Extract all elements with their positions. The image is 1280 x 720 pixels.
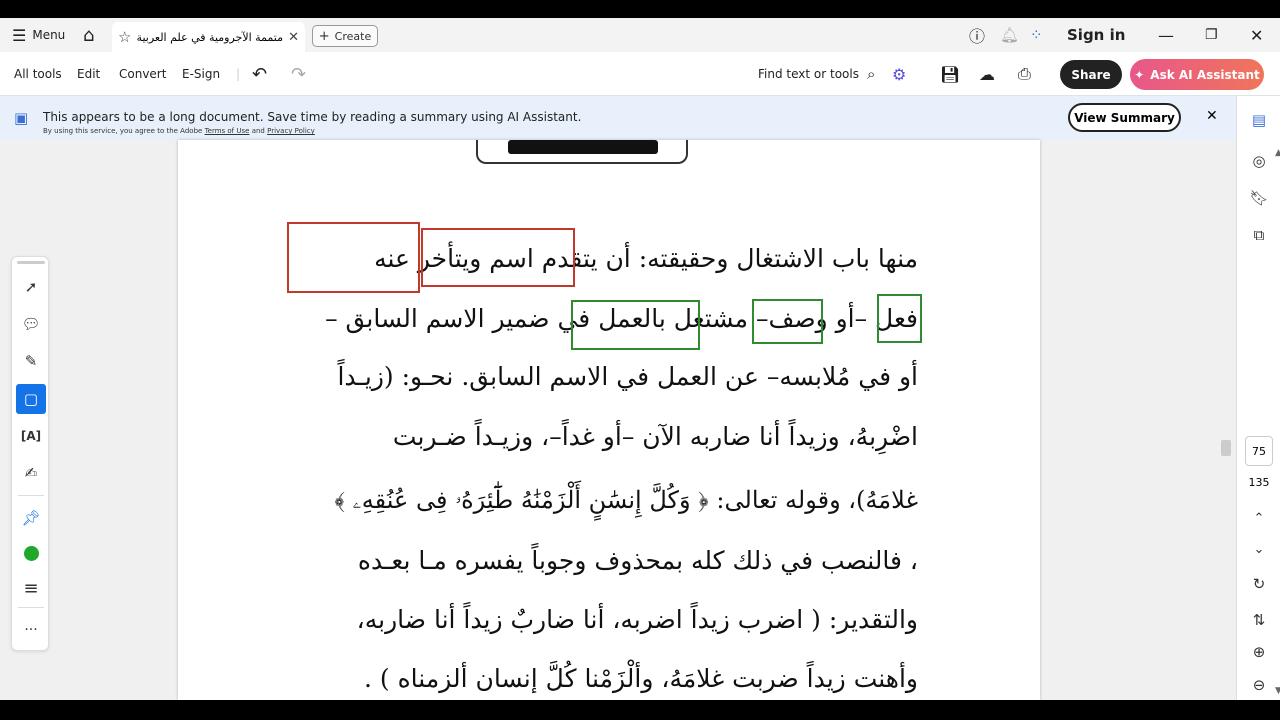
apps-grid-icon[interactable]: ⁘ xyxy=(1030,18,1043,52)
total-pages-label: 135 xyxy=(1248,476,1270,489)
print-icon[interactable]: ⎙ xyxy=(1018,52,1031,96)
edit-button[interactable]: Edit xyxy=(77,52,100,96)
text-box-icon[interactable]: [A] xyxy=(16,421,46,451)
create-label: Create xyxy=(334,29,372,43)
bookmarks-rail-icon[interactable]: 🔖︎ xyxy=(1243,183,1275,213)
pages-rail-icon[interactable]: ⧉ xyxy=(1243,220,1275,250)
rectangle-tool-icon[interactable]: ▢ xyxy=(16,384,46,414)
document-tab[interactable]: ☆ متممة الآجرومية في علم العربية ✕ xyxy=(112,22,305,52)
next-page-icon[interactable]: ⌄ xyxy=(1243,534,1275,564)
current-page-input[interactable]: 75 xyxy=(1245,436,1273,466)
banner-message: This appears to be a long document. Save… xyxy=(43,110,582,124)
text-line-5: غلامَهُ)، وقوله تعالى: ﴿ وَكُلَّ إِنسَٰن… xyxy=(334,486,918,514)
banner-fine-print: By using this service, you agree to the … xyxy=(43,127,315,135)
scroll-down-arrow[interactable]: ▼ xyxy=(1275,686,1280,696)
privacy-link[interactable]: Privacy Policy xyxy=(267,127,315,135)
text-line-3: أو في مُلابسه– عن العمل في الاسم السابق.… xyxy=(337,362,918,391)
close-window-icon[interactable]: ✕ xyxy=(1250,18,1263,52)
text-line-4: اضْرِبهُ، وزيداً أنا ضاربه الآن –أو غداً… xyxy=(392,422,918,451)
pdf-page: منها باب الاشتغال وحقيقته: أن يتقدم اسم … xyxy=(178,140,1040,700)
terms-link[interactable]: Terms of Use xyxy=(205,127,250,135)
restore-icon[interactable]: ❐ xyxy=(1205,18,1218,52)
home-icon[interactable]: ⌂ xyxy=(83,18,94,52)
text-line-7: والتقدير: ( اضرب زيداً اضربه، أنا ضاربٌ … xyxy=(356,605,918,634)
right-rail: ▤ ◎ 🔖︎ ⧉ ▲ 75 135 ⌃ ⌄ ↻ ⇅ ⊕ ⊖ ▼ xyxy=(1221,96,1280,700)
find-tools-button[interactable]: Find text or tools ⌕ xyxy=(758,52,875,96)
green-color-dot xyxy=(23,545,39,561)
convert-button[interactable]: Convert xyxy=(119,52,166,96)
previous-page-icon[interactable]: ⌃ xyxy=(1243,503,1275,533)
ai-summary-rail-icon[interactable]: ▤ xyxy=(1243,105,1275,135)
save-icon[interactable]: 💾︎ xyxy=(940,52,960,96)
sparkle-icon: ✦ xyxy=(1134,67,1145,82)
bell-icon[interactable]: 🔔︎ xyxy=(1000,18,1019,52)
star-icon[interactable]: ☆ xyxy=(118,28,131,46)
fit-page-icon[interactable]: ⇅ xyxy=(1243,605,1275,635)
draw-icon[interactable]: ✍ xyxy=(16,458,46,488)
text-line-8: وأهنت زيداً ضربت غلامَهُ، وألْزَمْنا كُل… xyxy=(363,664,918,693)
ai-tools-icon[interactable]: ⚙ xyxy=(892,52,906,96)
view-summary-button[interactable]: View Summary xyxy=(1068,103,1181,132)
highlighter-icon[interactable]: ✎ xyxy=(16,346,46,376)
palette-drag-handle[interactable] xyxy=(17,261,45,264)
line-weight-icon[interactable]: ≡ xyxy=(16,573,46,603)
share-button[interactable]: Share xyxy=(1060,60,1122,89)
palette-divider xyxy=(18,495,44,496)
minimize-icon[interactable]: — xyxy=(1158,18,1174,52)
red-annotation-box-preceding-noun[interactable] xyxy=(421,228,575,287)
ask-ai-assistant-button[interactable]: ✦ Ask AI Assistant xyxy=(1130,59,1264,90)
hamburger-icon: ☰ xyxy=(12,25,27,45)
sign-in-button[interactable]: Sign in xyxy=(1067,18,1125,52)
green-annotation-box-occupied[interactable] xyxy=(571,300,700,350)
fine-print-and: and xyxy=(251,127,265,135)
text-line-6: ، فالنصب في ذلك كله بمحذوف وجوباً يفسره … xyxy=(357,546,918,575)
esign-button[interactable]: E-Sign xyxy=(182,52,220,96)
toolbar-divider: | xyxy=(236,67,241,81)
palette-divider-2 xyxy=(18,607,44,608)
chapter-header-glyphs xyxy=(508,140,658,154)
red-annotation-box-delayed[interactable] xyxy=(287,222,420,293)
create-button[interactable]: + Create xyxy=(312,25,378,47)
close-banner-icon[interactable]: ✕ xyxy=(1206,108,1218,124)
more-tools-icon[interactable]: ··· xyxy=(16,615,46,645)
comments-rail-icon[interactable]: ◎ xyxy=(1243,146,1275,176)
comment-icon[interactable]: 💬︎ xyxy=(16,309,46,339)
undo-icon[interactable]: ↶ xyxy=(252,52,267,96)
title-bar: ☰ Menu ⌂ ☆ متممة الآجرومية في علم العربي… xyxy=(0,18,1280,52)
tab-title: متممة الآجرومية في علم العربية xyxy=(136,30,283,44)
scroll-up-arrow[interactable]: ▲ xyxy=(1275,148,1280,158)
screen-bottom-edge xyxy=(0,700,1280,720)
zoom-in-icon[interactable]: ⊕ xyxy=(1243,637,1275,667)
toolbar: All tools Edit Convert E-Sign | ↶ ↷ Find… xyxy=(0,52,1280,96)
summary-banner: ▣ This appears to be a long document. Sa… xyxy=(0,96,1236,140)
help-icon[interactable]: ⓘ xyxy=(969,18,985,52)
plus-icon: + xyxy=(318,28,330,44)
screen-top-edge xyxy=(0,0,1280,18)
ai-assistant-label: Ask AI Assistant xyxy=(1150,67,1260,82)
green-annotation-box-adjective[interactable] xyxy=(752,299,823,344)
rotate-icon[interactable]: ↻ xyxy=(1243,569,1275,599)
document-viewport[interactable]: منها باب الاشتغال وحقيقته: أن يتقدم اسم … xyxy=(0,140,1236,700)
scrollbar-thumb[interactable] xyxy=(1221,440,1231,456)
pin-icon[interactable]: 📌︎ xyxy=(16,503,46,533)
fine-print-prefix: By using this service, you agree to the … xyxy=(43,127,203,135)
color-swatch[interactable] xyxy=(16,538,46,568)
find-label: Find text or tools xyxy=(758,67,859,81)
menu-label: Menu xyxy=(32,28,66,42)
search-icon: ⌕ xyxy=(866,65,876,83)
select-cursor-icon[interactable]: ➚ xyxy=(16,272,46,302)
chapter-header-ornament xyxy=(476,140,688,164)
upload-cloud-icon[interactable]: ☁ xyxy=(979,52,995,96)
all-tools-button[interactable]: All tools xyxy=(14,52,62,96)
green-annotation-box-verb[interactable] xyxy=(877,294,922,343)
menu-button[interactable]: ☰ Menu xyxy=(12,18,65,52)
ai-summary-icon: ▣ xyxy=(14,109,29,127)
zoom-out-icon[interactable]: ⊖ xyxy=(1243,670,1275,700)
redo-icon[interactable]: ↷ xyxy=(291,52,306,96)
annotation-tools-palette: ➚ 💬︎ ✎ ▢ [A] ✍ 📌︎ ≡ ··· xyxy=(11,256,49,651)
close-tab-icon[interactable]: ✕ xyxy=(288,30,299,45)
